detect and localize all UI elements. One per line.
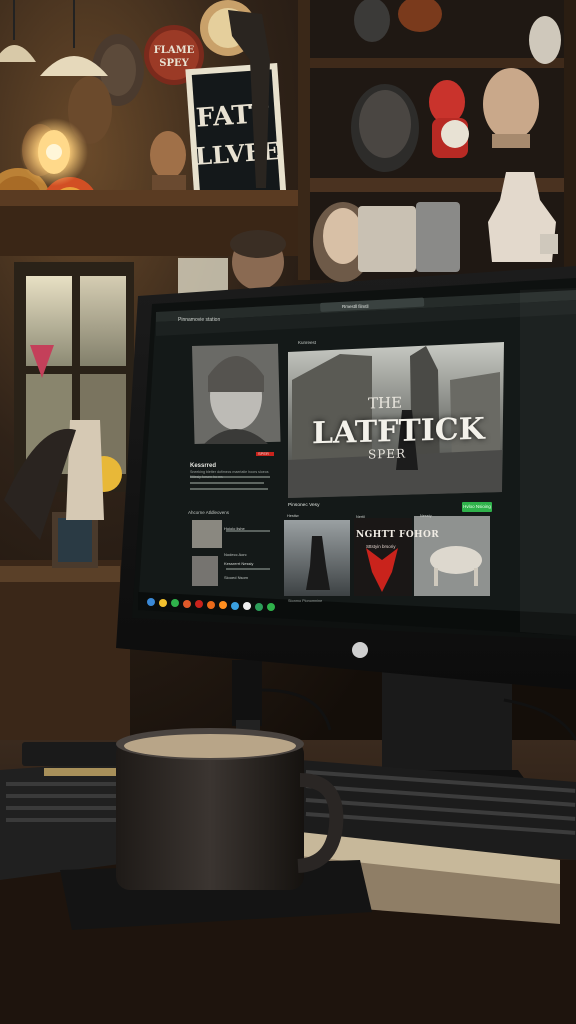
round-sign-line1: FLAME	[154, 45, 195, 56]
round-sign-line2: SPEY	[159, 58, 189, 69]
photo-scene: FLAME SPEY FATT LLVFE	[0, 0, 576, 1024]
wall-sign-line2: LLVFE	[194, 136, 281, 171]
scene: FLAME SPEY FATT LLVFE	[0, 0, 576, 1024]
